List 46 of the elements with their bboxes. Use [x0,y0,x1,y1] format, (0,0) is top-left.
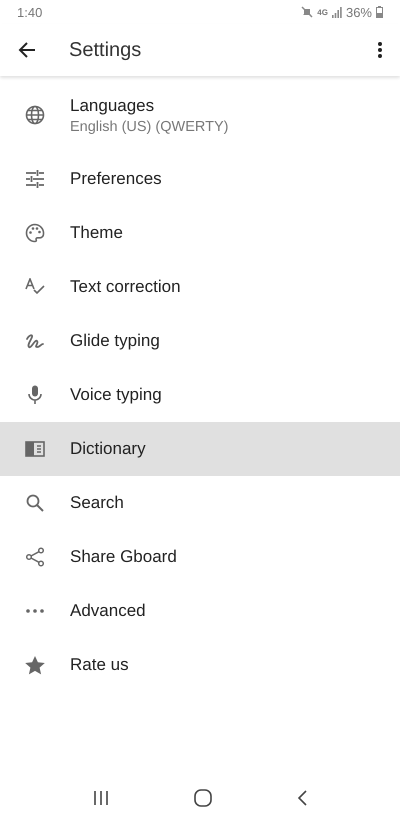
network-label: 4G [317,8,328,16]
globe-icon [25,105,45,125]
item-title: Voice typing [70,385,162,405]
item-title: Languages [70,96,156,116]
squiggle-icon [25,332,45,350]
status-time: 1:40 [17,4,42,20]
item-title: Advanced [70,601,146,621]
home-icon [194,789,212,807]
more-vertical-icon [378,41,382,59]
settings-item[interactable]: Rate us [0,638,400,692]
item-title: Dictionary [70,439,146,459]
item-title: Glide typing [70,331,160,351]
settings-item[interactable]: Share Gboard [0,530,400,584]
mute-icon [301,6,314,18]
share-icon [25,547,45,567]
recent-apps-icon [92,791,109,805]
settings-item[interactable]: Voice typing [0,368,400,422]
settings-item[interactable]: Languages English (US) (QWERTY) [0,78,400,152]
palette-icon [25,223,45,243]
book-icon [25,441,45,457]
battery-icon [376,6,383,18]
item-title: Rate us [70,655,129,675]
back-arrow-icon [18,41,36,59]
settings-item[interactable]: Search [0,476,400,530]
settings-item[interactable]: Dictionary [0,422,400,476]
settings-item[interactable]: Glide typing [0,314,400,368]
microphone-icon [27,385,43,405]
settings-item[interactable]: Text correction [0,260,400,314]
search-icon [26,494,44,512]
settings-item[interactable]: Advanced [0,584,400,638]
item-title: Share Gboard [70,547,177,567]
more-horizontal-icon [26,609,44,613]
settings-item[interactable]: Preferences [0,152,400,206]
signal-icon [332,6,342,18]
back-icon [297,790,308,806]
item-title: Search [70,493,124,513]
settings-item[interactable]: Theme [0,206,400,260]
battery-percentage: 36% [346,4,372,20]
sliders-icon [25,170,45,188]
item-subtitle: English (US) (QWERTY) [70,118,228,134]
star-icon [25,656,45,674]
spellcheck-icon [25,278,45,296]
item-title: Text correction [70,277,181,297]
toolbar-title: Settings [69,38,142,62]
item-title: Preferences [70,169,162,189]
item-title: Theme [70,223,123,243]
